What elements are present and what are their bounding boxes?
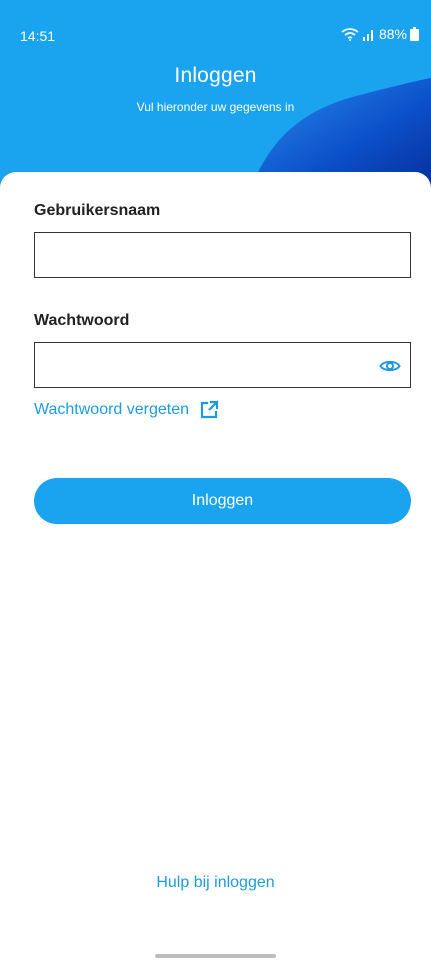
home-indicator[interactable] xyxy=(155,954,276,958)
help-login-link[interactable]: Hulp bij inloggen xyxy=(0,874,431,892)
status-time: 14:51 xyxy=(20,28,56,44)
password-field-container xyxy=(34,342,411,388)
status-bar: 14:51 88% xyxy=(0,0,431,44)
header: 14:51 88% Inloggen Vul hieronder uw gege… xyxy=(0,0,431,190)
username-field-container xyxy=(34,232,411,278)
login-button[interactable]: Inloggen xyxy=(34,478,411,524)
status-icons: 88% xyxy=(341,26,419,42)
eye-icon xyxy=(379,360,401,372)
page-title: Inloggen xyxy=(174,64,257,87)
external-link-icon xyxy=(200,400,219,419)
username-label: Gebruikersnaam xyxy=(34,202,161,219)
battery-icon xyxy=(410,27,419,41)
login-screen: 14:51 88% Inloggen Vul hieronder uw gege… xyxy=(0,0,431,961)
forgot-password-link[interactable]: Wachtwoord vergeten xyxy=(34,400,219,420)
login-form-card: Gebruikersnaam Wachtwoord Wachtwoord ver… xyxy=(0,172,431,961)
signal-icon xyxy=(362,30,373,41)
wifi-icon xyxy=(341,28,359,41)
show-password-toggle[interactable] xyxy=(378,354,402,378)
page-subtitle: Vul hieronder uw gegevens in xyxy=(136,100,295,114)
username-field[interactable] xyxy=(35,233,410,277)
password-field[interactable] xyxy=(35,343,410,387)
password-label: Wachtwoord xyxy=(34,312,130,329)
forgot-password-label: Wachtwoord vergeten xyxy=(34,401,190,418)
battery-percentage: 88% xyxy=(378,26,407,42)
